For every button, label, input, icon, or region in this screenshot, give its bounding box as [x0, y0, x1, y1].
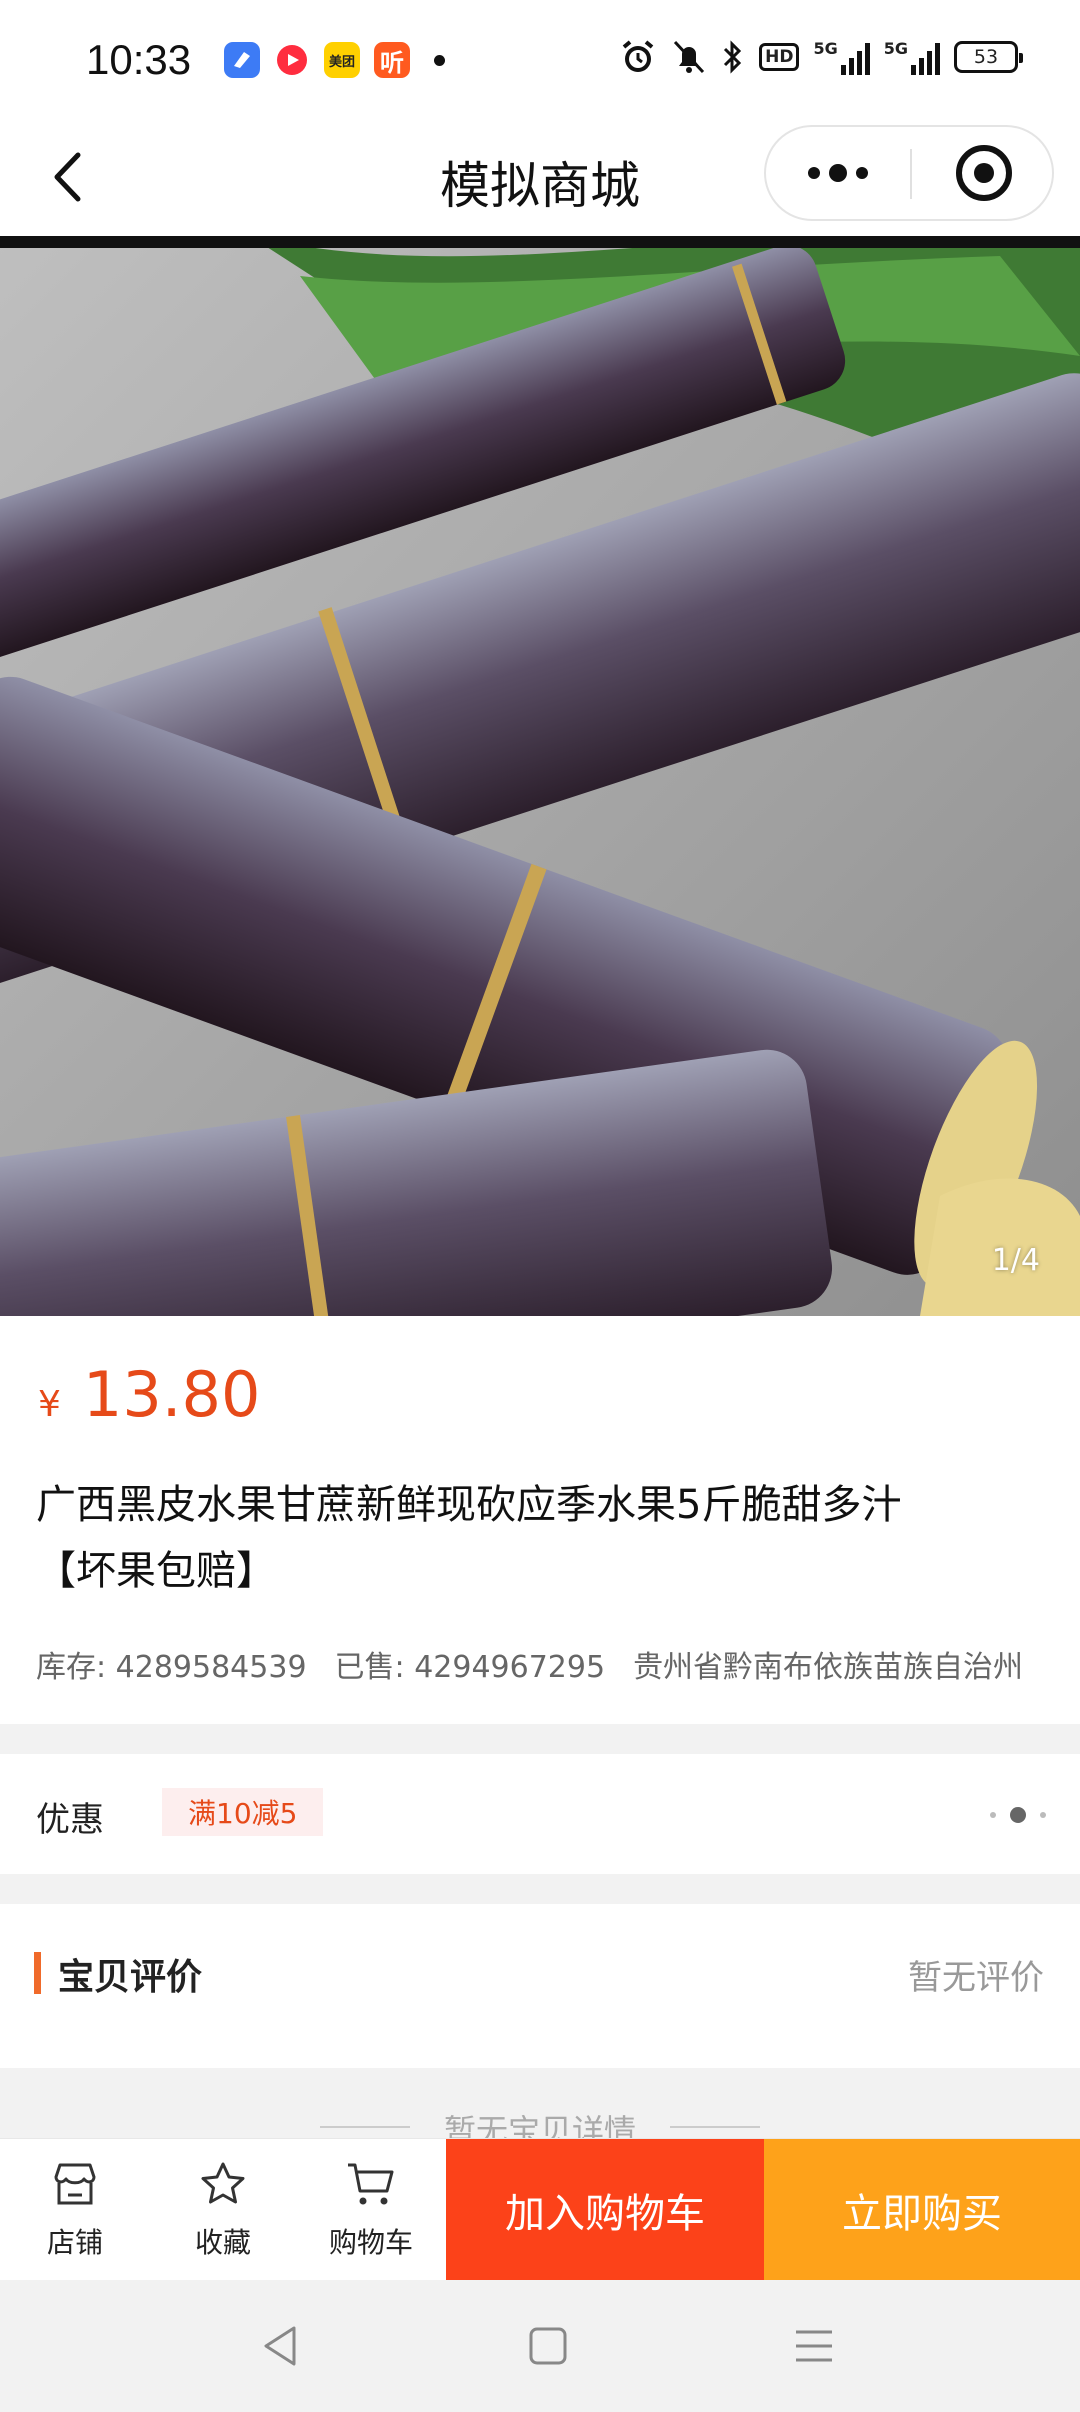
- product-image-carousel[interactable]: 1/4: [0, 236, 1080, 1316]
- sold-count: 已售: 4294967295: [334, 1650, 606, 1685]
- more-button[interactable]: [766, 127, 910, 219]
- page: 10:33 美团 听 HD 5G 5G 53 模拟商城 1/4 ¥ 13.80 …: [0, 0, 1080, 2412]
- notification-icons: 美团 听: [224, 42, 445, 78]
- product-image: [0, 236, 1080, 1316]
- product-info-card: ¥13.80 广西黑皮水果甘蔗新鲜现砍应季水果5斤脆甜多汁【坏果包赔】 库存: …: [0, 1316, 1080, 1724]
- promotion-label: 优惠: [36, 1800, 104, 1840]
- bottom-action-bar: 店铺 收藏 购物车 加入购物车 立即购买: [0, 2138, 1080, 2281]
- mini-program-capsule: [764, 125, 1054, 221]
- shop-button[interactable]: 店铺: [20, 2159, 130, 2261]
- hd-voice-icon: HD: [759, 43, 800, 71]
- meituan-icon: 美团: [324, 42, 360, 78]
- image-counter: 1/4: [991, 1243, 1040, 1278]
- image-top-border: [0, 236, 1080, 248]
- nav-menu-icon[interactable]: [794, 2326, 834, 2366]
- buy-now-button[interactable]: 立即购买: [764, 2139, 1080, 2281]
- product-title: 广西黑皮水果甘蔗新鲜现砍应季水果5斤脆甜多汁【坏果包赔】: [36, 1482, 902, 1594]
- favorite-button[interactable]: 收藏: [168, 2159, 278, 2261]
- coupon-tag: 满10减5: [162, 1788, 324, 1836]
- ting-icon: 听: [374, 42, 410, 78]
- more-dots-icon: [990, 1807, 1046, 1823]
- price: ¥13.80: [38, 1358, 260, 1431]
- detail-divider: 暂无宝贝详情: [0, 2098, 1080, 2150]
- capsule-divider: [910, 149, 912, 199]
- bluetooth-icon: [724, 40, 742, 74]
- close-mini-program-button[interactable]: [956, 145, 1012, 201]
- status-bar: 10:33 美团 听 HD 5G 5G 53: [0, 0, 1080, 118]
- price-value: 13.80: [82, 1358, 261, 1431]
- store-icon: [54, 2163, 96, 2205]
- video-app-icon: [274, 42, 310, 78]
- reviews-title: 宝贝评价: [58, 1957, 203, 1998]
- add-to-cart-button[interactable]: 加入购物车: [446, 2139, 764, 2281]
- cart-button[interactable]: 购物车: [316, 2159, 426, 2261]
- mute-bell-icon: [674, 40, 705, 74]
- more-notifications-dot: [434, 54, 445, 66]
- nav-back-icon[interactable]: [260, 2324, 300, 2368]
- signal-5g-icon-2: 5G: [884, 39, 940, 75]
- clock: 10:33: [86, 36, 192, 83]
- shopping-cart-icon: [348, 2163, 394, 2205]
- nav-bar: 模拟商城: [0, 118, 1080, 236]
- target-icon: [974, 163, 994, 183]
- system-icons: HD 5G 5G 53: [619, 38, 1023, 76]
- blue-app-icon: [224, 42, 260, 78]
- divider-line-right: [670, 2126, 760, 2128]
- system-nav-bar: [0, 2280, 1080, 2412]
- section-accent-bar: [34, 1952, 41, 1994]
- alarm-icon: [622, 40, 654, 72]
- signal-5g-icon-1: 5G: [813, 39, 870, 75]
- stock: 库存: 4289584539: [36, 1650, 307, 1685]
- star-icon: [201, 2162, 245, 2204]
- reviews-empty-text: 暂无评价: [908, 1958, 1044, 1998]
- reviews-section[interactable]: 宝贝评价 暂无评价: [0, 1904, 1080, 2068]
- product-meta: 库存: 4289584539 已售: 4294967295 贵州省黔南布依族苗族…: [36, 1642, 1023, 1686]
- currency-symbol: ¥: [38, 1384, 61, 1425]
- battery-icon: 53: [954, 41, 1023, 73]
- nav-home-icon[interactable]: [528, 2326, 568, 2366]
- promotion-row[interactable]: 优惠 满10减5: [0, 1754, 1080, 1874]
- ship-from-location: 贵州省黔南布依族苗族自治州: [633, 1650, 1024, 1685]
